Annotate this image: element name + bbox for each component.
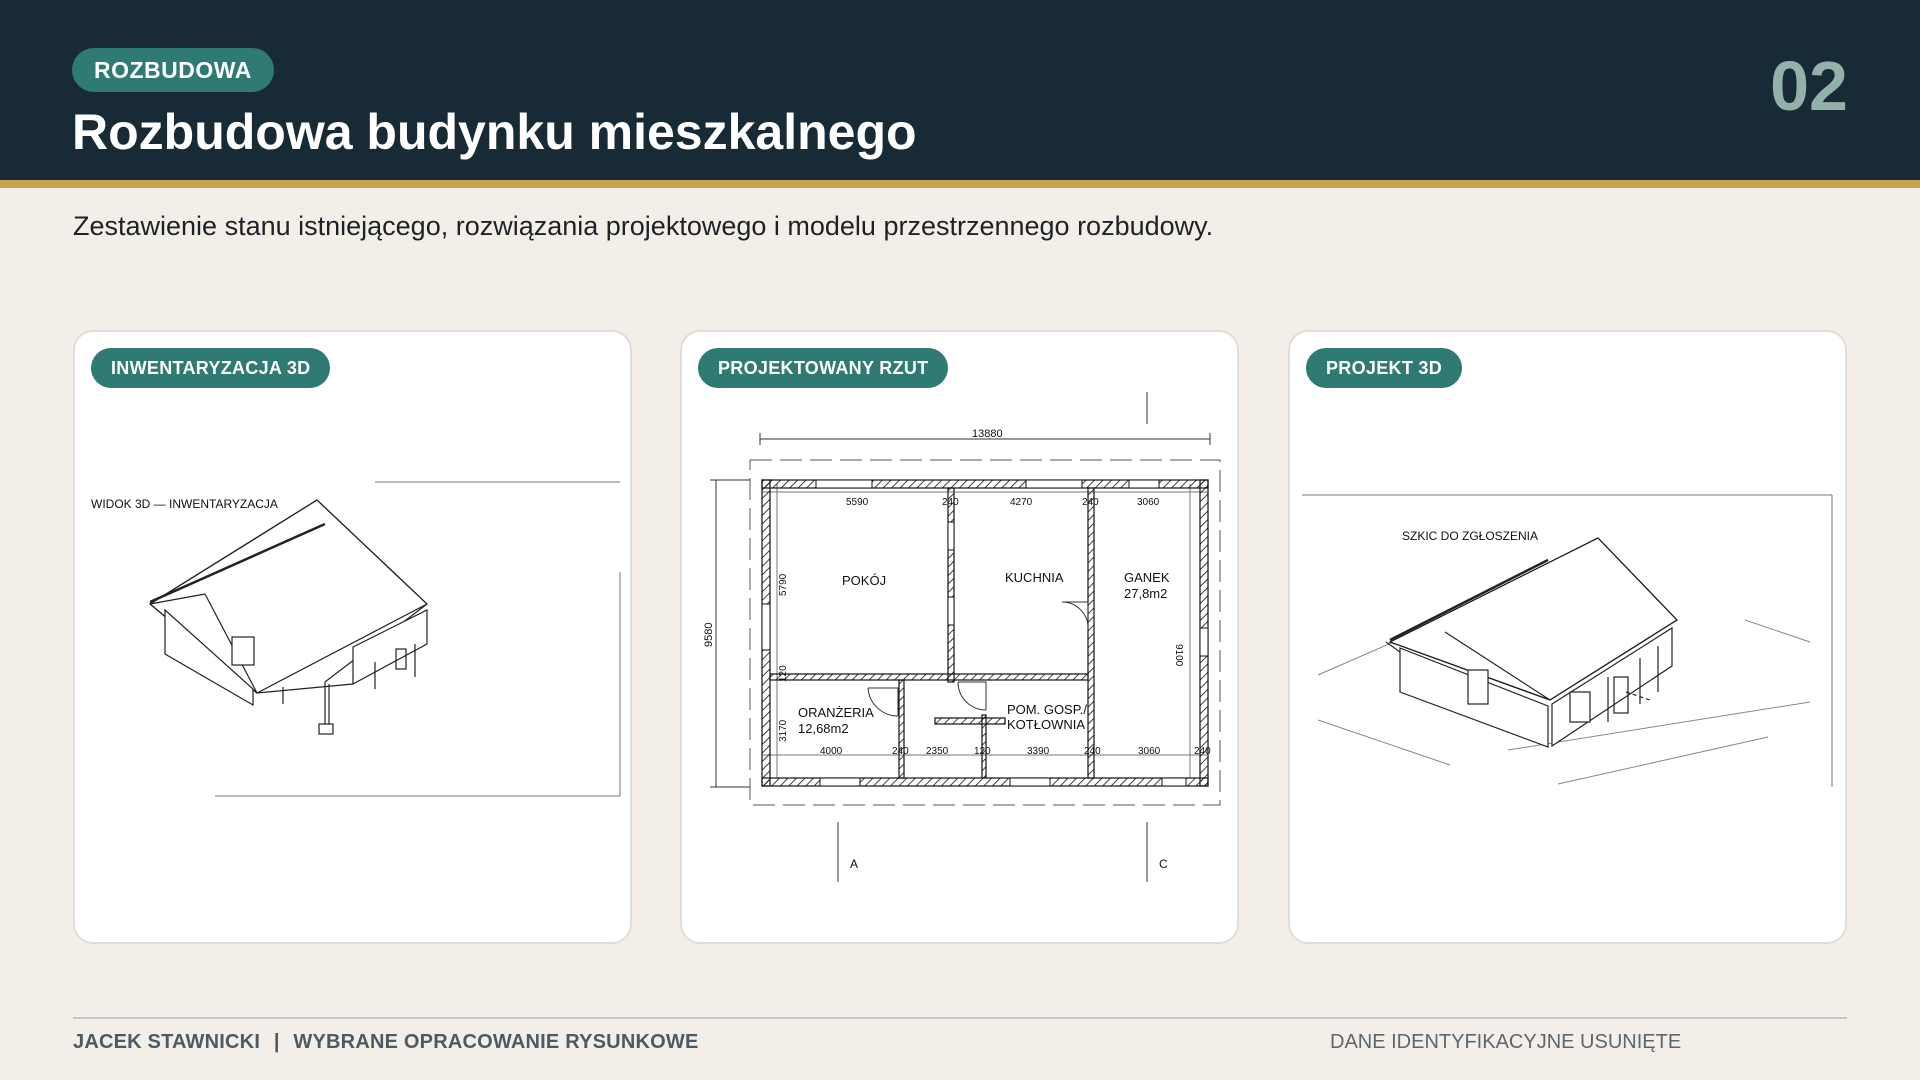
axis-label-a: A xyxy=(850,857,858,871)
room-label-kuchnia: KUCHNIA xyxy=(1005,570,1064,585)
room-label-kotlownia: KOTŁOWNIA xyxy=(1007,717,1085,732)
section-badge: ROZBUDOWA xyxy=(72,48,274,92)
footer-divider xyxy=(73,1017,1847,1019)
room-label-pom-gosp: POM. GOSP./ xyxy=(1007,702,1087,717)
plan-overall-depth: 9580 xyxy=(703,623,715,647)
plan-dim-top-5: 3060 xyxy=(1137,497,1160,508)
card-inventory-3d: INWENTARYZACJA 3D WIDOK 3D — INWENTARYZA… xyxy=(73,330,632,944)
plan-dim-left-2: 120 xyxy=(778,665,789,682)
plan-dim-bottom-6: 240 xyxy=(1084,746,1101,757)
plan-dim-left-3: 3170 xyxy=(778,719,789,742)
house-3d-project-drawing: SZKIC DO ZGŁOSZENIA xyxy=(1302,494,1833,787)
footer-description: WYBRANE OPRACOWANIE RYSUNKOWE xyxy=(293,1031,699,1053)
drawing-caption-sketch: SZKIC DO ZGŁOSZENIA xyxy=(1402,529,1538,543)
footer-separator: | xyxy=(273,1031,280,1053)
plan-dim-right: 9100 xyxy=(1173,644,1184,667)
card-projected-plan: PROJEKTOWANY RZUT 13880 9580 5590 240 42… xyxy=(680,330,1239,944)
footer-author: JACEK STAWNICKI xyxy=(73,1031,261,1053)
room-area-ganek: 27,8m2 xyxy=(1124,586,1167,601)
plan-dim-bottom-2: 240 xyxy=(892,746,909,757)
page-number: 02 xyxy=(1770,47,1848,125)
plan-dim-bottom-7: 3060 xyxy=(1138,746,1161,757)
plan-dim-bottom-4: 120 xyxy=(974,746,991,757)
card-badge-project-3d: PROJEKT 3D xyxy=(1306,348,1463,388)
plan-dim-top-1: 5590 xyxy=(846,497,869,508)
axis-label-c: C xyxy=(1159,857,1168,871)
plan-dim-top-3: 4270 xyxy=(1010,497,1033,508)
plan-dim-bottom-3: 2350 xyxy=(926,746,949,757)
header-accent-stripe xyxy=(0,180,1920,188)
room-area-oranzeria: 12,68m2 xyxy=(798,721,849,736)
room-label-oranzeria: ORANŻERIA xyxy=(798,705,874,720)
floor-plan-drawing: 13880 9580 5590 240 4270 240 3060 4000 2… xyxy=(703,392,1221,882)
plan-dim-bottom-1: 4000 xyxy=(820,746,843,757)
page-subtitle: Zestawienie stanu istniejącego, rozwiąza… xyxy=(73,211,1214,241)
plan-dim-bottom-8: 240 xyxy=(1194,746,1211,757)
card-badge-plan: PROJEKTOWANY RZUT xyxy=(698,348,949,388)
footer-note: DANE IDENTYFIKACYJNE USUNIĘTE xyxy=(1330,1031,1682,1053)
house-3d-inventory-drawing: WIDOK 3D — INWENTARYZACJA xyxy=(91,481,621,797)
page-title: Rozbudowa budynku mieszkalnego xyxy=(72,104,917,160)
room-label-pokoj: POKÓJ xyxy=(842,573,886,588)
room-label-ganek: GANEK xyxy=(1124,570,1170,585)
plan-dim-bottom-5: 3390 xyxy=(1027,746,1050,757)
plan-dim-top-4: 240 xyxy=(1082,497,1099,508)
drawing-caption-inventory: WIDOK 3D — INWENTARYZACJA xyxy=(91,497,278,511)
footer-author-line: JACEK STAWNICKI | WYBRANE OPRACOWANIE RY… xyxy=(73,1030,699,1054)
plan-dim-left-1: 5790 xyxy=(778,573,789,596)
plan-dim-top-2: 240 xyxy=(942,497,959,508)
plan-overall-width: 13880 xyxy=(972,428,1003,440)
card-badge-inventory: INWENTARYZACJA 3D xyxy=(91,348,331,388)
card-project-3d: PROJEKT 3D SZKIC DO ZGŁOSZENIA xyxy=(1288,330,1847,944)
